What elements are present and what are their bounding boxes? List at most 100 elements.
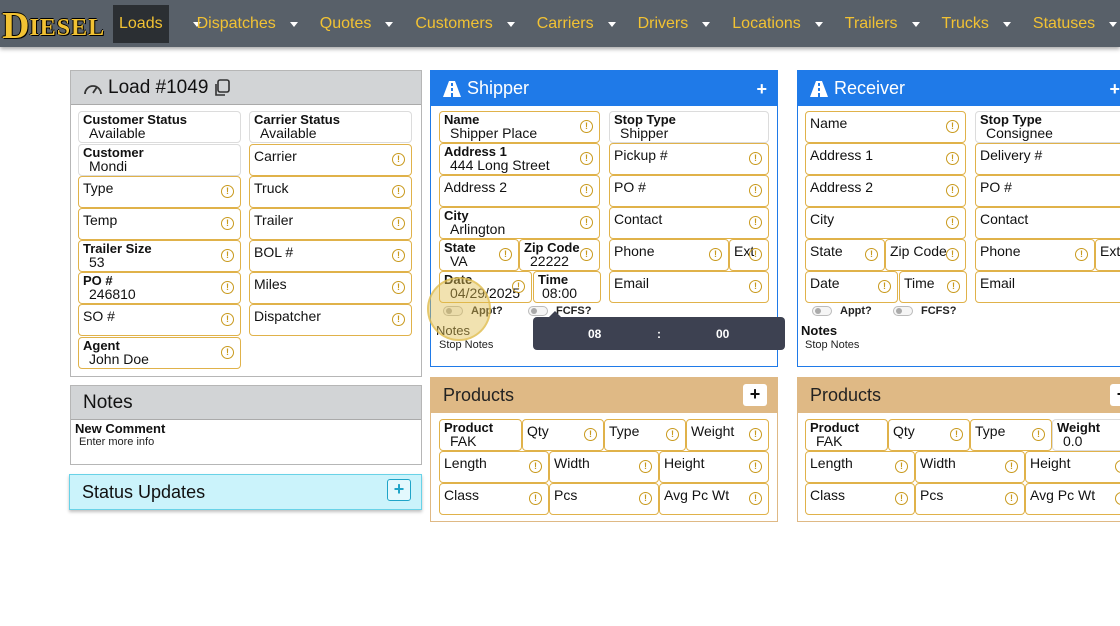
chevron-down-icon[interactable] [702,21,711,27]
nav-item-statuses[interactable]: Statuses [1027,5,1120,43]
chevron-down-icon[interactable] [506,21,515,27]
receiver-date-field[interactable]: Date! [805,271,898,303]
chevron-down-icon[interactable] [1109,21,1118,27]
nav-item-loads[interactable]: Loads [113,5,201,43]
length-field[interactable]: Length! [439,451,549,483]
time-picker-minute[interactable]: 00 [716,327,729,341]
add-shipper-button[interactable]: + [756,79,767,100]
shipper-name-field[interactable]: Name Shipper Place! [439,111,600,143]
shipper-address1-field[interactable]: Address 1 444 Long Street! [439,143,600,175]
receiver-address2-field[interactable]: Address 2! [805,175,966,207]
nav-item-carriers[interactable]: Carriers [531,5,622,43]
shipper-time-field[interactable]: Time 08:00 [533,271,601,303]
nav-item-trucks[interactable]: Trucks [936,5,1017,43]
nav-item-drivers[interactable]: Drivers [632,5,717,43]
shipper-po-field[interactable]: PO #! [609,175,769,207]
shipper-stop-notes-input[interactable]: Stop Notes [439,339,493,351]
chevron-down-icon[interactable] [1002,21,1011,27]
nav-item-quotes[interactable]: Quotes [314,5,400,43]
miles-field[interactable]: Miles! [249,272,412,304]
shipper-stop-type-field[interactable]: Stop Type Shipper [609,111,769,143]
nav-item-locations[interactable]: Locations [726,5,829,43]
shipper-state-field[interactable]: State VA! [439,239,519,271]
receiver-delivery-field[interactable]: Delivery # [975,143,1120,175]
receiver-ext-field[interactable]: Ext [1095,239,1120,271]
dispatcher-field[interactable]: Dispatcher! [249,304,412,336]
po-field[interactable]: PO #246810! [78,272,241,304]
receiver-phone-field[interactable]: Phone! [975,239,1095,271]
add-product-button[interactable]: + [1110,384,1120,406]
add-product-button[interactable]: + [743,384,767,406]
pcs-field[interactable]: Pcs! [549,483,659,515]
receiver-contact-field[interactable]: Contact [975,207,1120,239]
height-field[interactable]: Height! [659,451,769,483]
weight-field[interactable]: Weight 0.0 [1052,419,1120,451]
receiver-zip-field[interactable]: Zip Code! [885,239,966,271]
product-field[interactable]: Product FAK [805,419,888,451]
shipper-address2-field[interactable]: Address 2! [439,175,600,207]
receiver-state-field[interactable]: State! [805,239,885,271]
diesel-logo[interactable]: D IESEL [2,5,105,45]
type-field[interactable]: Type! [604,419,686,451]
receiver-city-field[interactable]: City! [805,207,966,239]
product-field[interactable]: Product FAK [439,419,522,451]
trailer-field[interactable]: Trailer! [249,208,412,240]
receiver-address1-field[interactable]: Address 1! [805,143,966,175]
chevron-down-icon[interactable] [289,21,298,27]
receiver-fcfs-toggle[interactable]: FCFS? [893,305,956,317]
qty-field[interactable]: Qty! [888,419,970,451]
weight-field[interactable]: Weight! [686,419,769,451]
carrier-field[interactable]: Carrier! [249,144,412,176]
add-receiver-button[interactable]: + [1109,79,1120,100]
shipper-email-field[interactable]: Email! [609,271,769,303]
shipper-city-field[interactable]: City Arlington! [439,207,600,239]
carrier-status-field[interactable]: Carrier Status Available [249,111,412,143]
so-field[interactable]: SO #! [78,304,241,336]
width-field[interactable]: Width! [915,451,1025,483]
shipper-ext-field[interactable]: Ext! [729,239,769,271]
truck-field[interactable]: Truck! [249,176,412,208]
new-comment-input[interactable]: Enter more info [79,436,154,448]
chevron-down-icon[interactable] [607,21,616,27]
type-field[interactable]: Type! [970,419,1052,451]
height-field[interactable]: Height! [1025,451,1120,483]
chevron-down-icon[interactable] [911,21,920,27]
chevron-down-icon[interactable] [385,21,394,27]
temp-field[interactable]: Temp! [78,208,241,240]
receiver-header: Receiver + [798,71,1120,106]
add-status-button[interactable]: + [387,479,411,501]
width-field[interactable]: Width! [549,451,659,483]
customer-status-field[interactable]: Customer Status Available [78,111,241,143]
nav-menu: Loads Dispatches Quotes Customers Carriers Dr… [113,5,1120,43]
type-field[interactable]: Type! [78,176,241,208]
bol-field[interactable]: BOL #! [249,240,412,272]
receiver-stop-type-field[interactable]: Stop Type Consignee [975,111,1120,143]
nav-item-customers[interactable]: Customers [409,5,520,43]
copy-icon[interactable] [212,78,232,98]
qty-field[interactable]: Qty! [522,419,604,451]
receiver-po-field[interactable]: PO # [975,175,1120,207]
time-picker-popup[interactable]: 08 : 00 [533,311,785,350]
agent-field[interactable]: Agent John Doe! [78,337,241,369]
nav-item-dispatches[interactable]: Dispatches [191,5,304,43]
shipper-pickup-field[interactable]: Pickup #! [609,143,769,175]
length-field[interactable]: Length! [805,451,915,483]
chevron-down-icon[interactable] [814,21,823,27]
class-field[interactable]: Class! [805,483,915,515]
receiver-email-field[interactable]: Email [975,271,1120,303]
avg-pc-wt-field[interactable]: Avg Pc Wt! [659,483,769,515]
pcs-field[interactable]: Pcs! [915,483,1025,515]
class-field[interactable]: Class! [439,483,549,515]
time-picker-hour[interactable]: 08 [588,327,601,341]
shipper-contact-field[interactable]: Contact! [609,207,769,239]
customer-field[interactable]: Customer Mondi [78,144,241,176]
receiver-appt-toggle[interactable]: Appt? [812,305,872,317]
shipper-zip-field[interactable]: Zip Code 22222! [519,239,600,271]
trailer-size-field[interactable]: Trailer Size 53! [78,240,241,272]
nav-item-trailers[interactable]: Trailers [839,5,926,43]
receiver-time-field[interactable]: Time! [899,271,967,303]
avg-pc-wt-field[interactable]: Avg Pc Wt! [1025,483,1120,515]
shipper-phone-field[interactable]: Phone! [609,239,729,271]
receiver-stop-notes-input[interactable]: Stop Notes [805,339,859,351]
receiver-name-field[interactable]: Name! [805,111,966,143]
